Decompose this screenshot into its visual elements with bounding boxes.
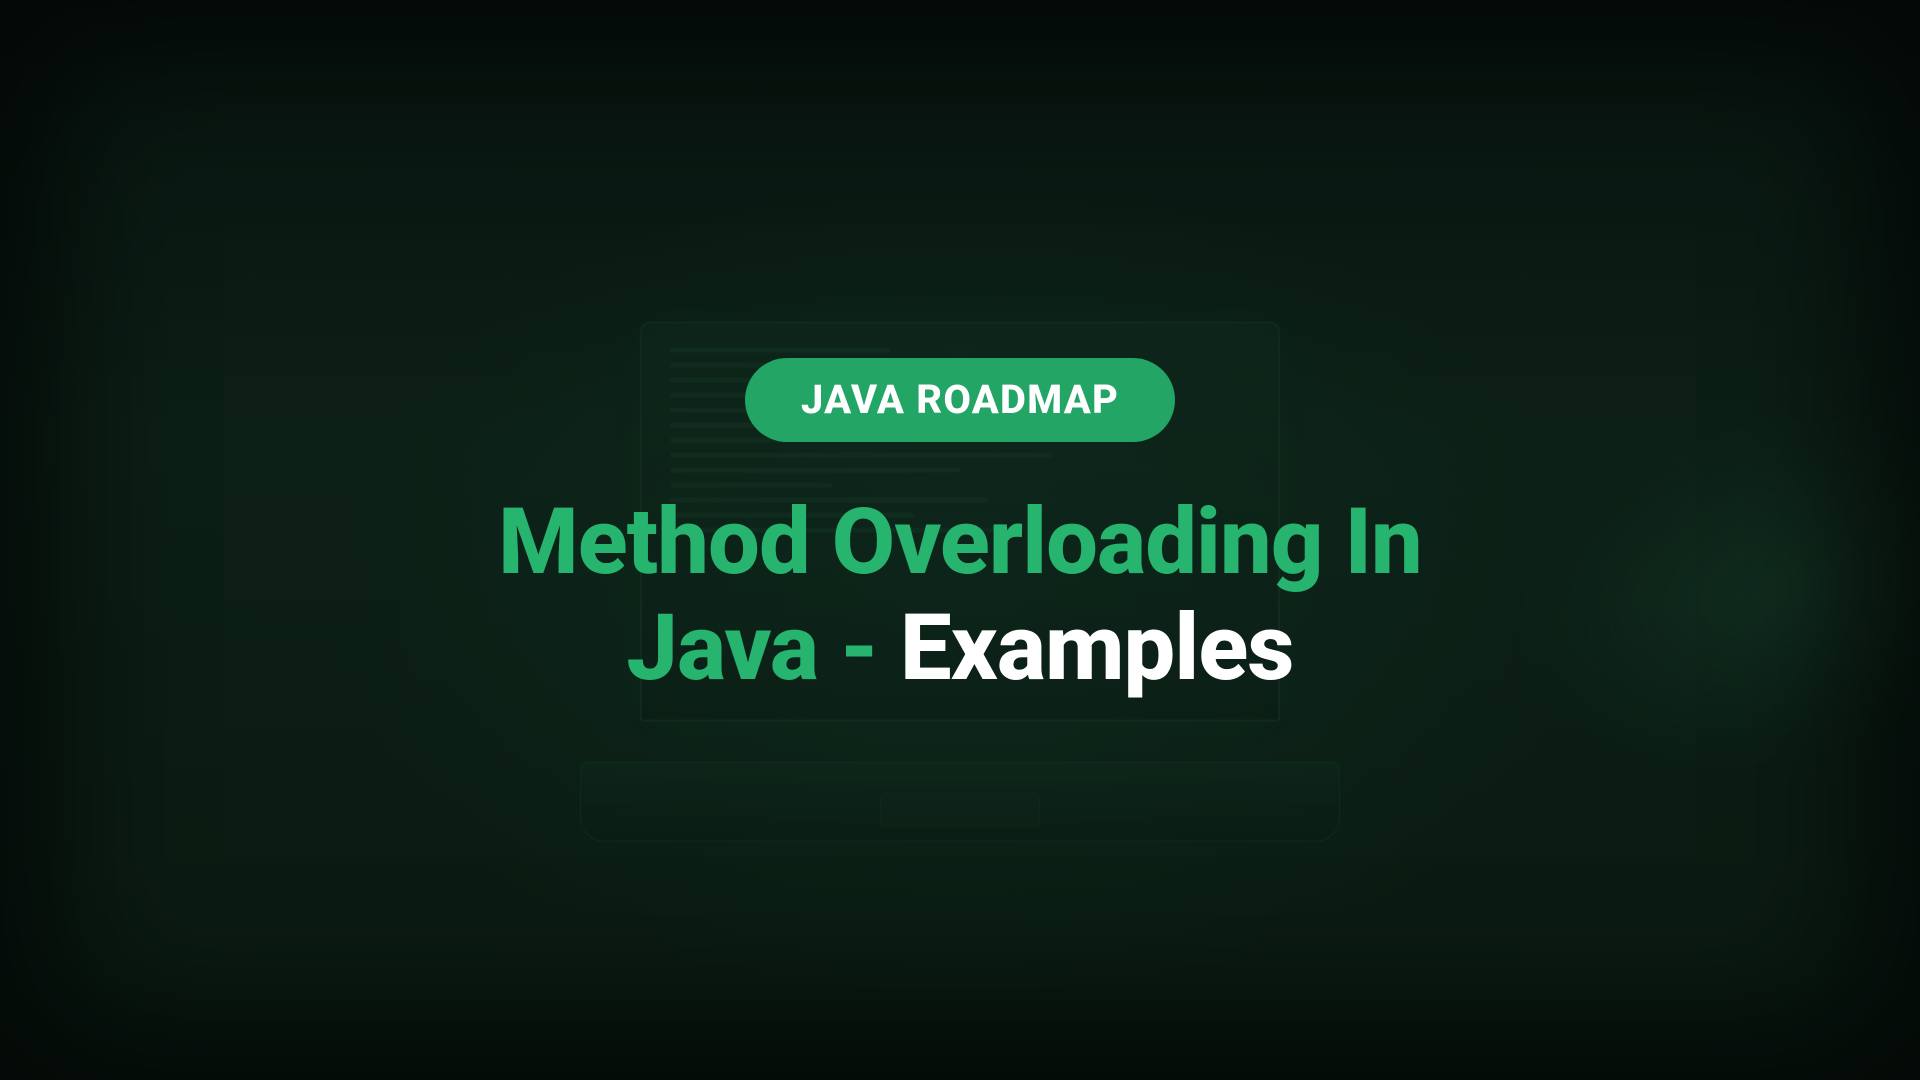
laptop-trackpad xyxy=(880,793,1040,827)
title-part-2: Java - xyxy=(626,595,900,702)
hero-content: JAVA ROADMAP Method Overloading In Java … xyxy=(498,358,1422,722)
badge-label: JAVA ROADMAP xyxy=(801,376,1119,423)
title-part-3: Examples xyxy=(900,595,1294,702)
hero-title: Method Overloading In Java - Examples xyxy=(498,490,1422,702)
laptop-base xyxy=(580,762,1340,842)
title-line-1: Method Overloading In xyxy=(498,489,1422,596)
category-badge: JAVA ROADMAP xyxy=(745,358,1175,442)
